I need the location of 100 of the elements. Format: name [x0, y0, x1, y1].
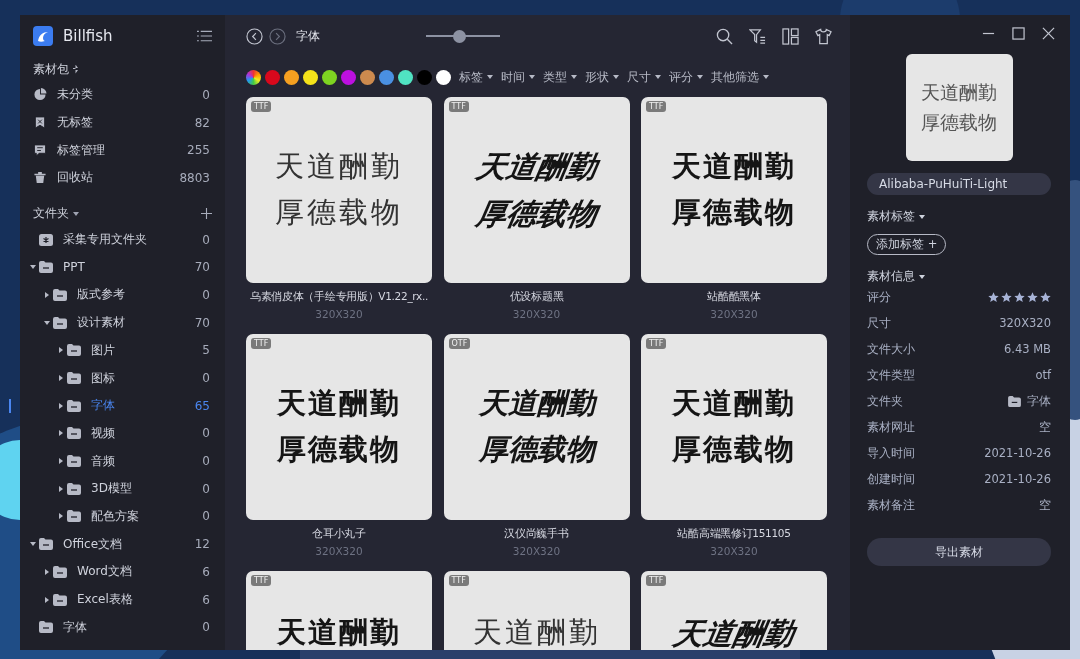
section-title[interactable]: 素材信息 [867, 269, 915, 284]
filter-icon[interactable] [749, 27, 766, 45]
caret-down-icon[interactable] [29, 264, 36, 271]
caret-down-icon [763, 74, 769, 80]
font-name: 优设标题黑 [508, 290, 565, 304]
star-icon[interactable] [1014, 291, 1025, 303]
font-preview[interactable]: TTF 天道酬勤 [246, 571, 432, 650]
maximize-icon[interactable] [1012, 26, 1025, 40]
star-icon[interactable] [988, 291, 999, 303]
star-icon[interactable] [1027, 291, 1038, 303]
caret-down-icon[interactable] [73, 210, 79, 217]
font-preview[interactable]: TTF 天道酬勤 [443, 571, 630, 650]
caret-down-icon[interactable] [29, 541, 36, 548]
filter-dropdown[interactable]: 尺寸 [627, 68, 661, 86]
color-swatch[interactable] [303, 69, 318, 85]
folder-item[interactable]: PPT 70 [20, 253, 215, 282]
font-preview[interactable]: TTF 天道酬勤 厚德载物 [443, 97, 630, 283]
folder-item[interactable]: 设计素材 70 [20, 308, 215, 337]
font-name-field[interactable]: Alibaba-PuHuiTi-Light [867, 173, 1051, 195]
layout-icon[interactable] [782, 27, 799, 45]
color-swatch[interactable] [265, 69, 280, 85]
folder-item[interactable]: 音频 0 [20, 447, 215, 475]
caret-right-icon[interactable] [57, 402, 64, 409]
format-badge: TTF [646, 338, 667, 349]
filter-dropdown[interactable]: 时间 [501, 68, 535, 86]
caret-right-icon[interactable] [43, 596, 50, 603]
add-icon[interactable] [201, 208, 212, 220]
forward-icon[interactable] [269, 27, 286, 45]
info-value: otf [1035, 368, 1051, 382]
filter-dropdown[interactable]: 形状 [585, 68, 619, 86]
caret-down-icon [571, 74, 577, 80]
section-title[interactable]: 文件夹 [33, 205, 69, 223]
menu-icon[interactable] [197, 30, 212, 42]
library-item[interactable]: 回收站 8803 [20, 164, 215, 192]
star-icon[interactable] [1040, 291, 1051, 303]
filter-dropdown[interactable]: 其他筛选 [711, 68, 769, 86]
library-item[interactable]: 未分类 0 [20, 81, 215, 109]
color-swatch[interactable] [379, 69, 394, 85]
folder-item[interactable]: 3D模型 0 [20, 474, 215, 503]
preview-text: 天道酬勤 [277, 388, 401, 420]
info-label: 导入时间 [867, 445, 915, 461]
rating-stars[interactable] [988, 291, 1051, 303]
color-swatch[interactable] [284, 69, 299, 85]
font-preview[interactable]: TTF 天道酬勤 [641, 571, 827, 650]
color-swatch[interactable] [360, 69, 375, 85]
color-swatch[interactable] [417, 69, 432, 85]
caret-right-icon[interactable] [57, 458, 64, 465]
export-button[interactable]: 导出素材 [867, 538, 1051, 566]
info-label: 文件大小 [867, 341, 915, 357]
font-preview[interactable]: TTF 天道酬勤 厚德载物 [641, 334, 827, 520]
font-size: 320X320 [314, 308, 364, 320]
shirt-icon[interactable] [815, 27, 832, 45]
format-badge: OTF [448, 338, 471, 349]
folder-item[interactable]: Word文档 6 [20, 558, 215, 586]
caret-right-icon[interactable] [57, 347, 64, 354]
close-icon[interactable] [1042, 26, 1055, 40]
library-item[interactable]: 标签管理 255 [20, 136, 215, 165]
folder-item[interactable]: 视频 0 [20, 419, 215, 448]
caret-right-icon[interactable] [57, 485, 64, 492]
caret-right-icon[interactable] [43, 568, 50, 575]
library-item[interactable]: 无标签 82 [20, 108, 215, 137]
caret-down-icon[interactable] [43, 319, 50, 326]
slider-thumb[interactable] [453, 29, 467, 43]
color-swatch[interactable] [436, 69, 451, 85]
folder-icon [53, 288, 67, 301]
preview-text: 天道酬勤 [671, 617, 797, 650]
search-icon[interactable] [716, 27, 733, 45]
folder-item[interactable]: 版式参考 0 [20, 281, 215, 309]
folder-item[interactable]: 字体 0 [20, 613, 215, 642]
caret-down-icon[interactable] [919, 213, 925, 220]
font-preview[interactable]: TTF 天道酬勤 厚德载物 [246, 97, 432, 283]
folder-item[interactable]: Excel表格 6 [20, 585, 215, 614]
color-wheel-swatch[interactable] [246, 69, 261, 85]
folder-icon [39, 621, 53, 634]
info-value: 320X320 [999, 316, 1051, 330]
star-icon[interactable] [1001, 291, 1012, 303]
color-swatch[interactable] [322, 69, 337, 85]
folder-item[interactable]: 图片 5 [20, 336, 215, 365]
caret-right-icon[interactable] [43, 291, 50, 298]
filter-dropdown[interactable]: 类型 [543, 68, 577, 86]
folder-item[interactable]: Office文档 12 [20, 530, 215, 558]
folder-item[interactable]: 图标 0 [20, 364, 215, 392]
back-icon[interactable] [246, 27, 263, 45]
preview-text: 天道酬勤 [921, 79, 997, 105]
caret-right-icon[interactable] [57, 430, 64, 437]
section-title[interactable]: 素材标签 [867, 209, 915, 224]
folder-item[interactable]: 配色方案 0 [20, 502, 215, 531]
font-preview[interactable]: TTF 天道酬勤 厚德载物 [641, 97, 827, 283]
caret-down-icon[interactable] [919, 273, 925, 280]
color-swatch[interactable] [398, 69, 413, 85]
filter-dropdown[interactable]: 标签 [459, 68, 493, 86]
caret-right-icon[interactable] [57, 375, 64, 382]
folder-item[interactable]: 采集专用文件夹 0 [20, 225, 215, 254]
section-title[interactable]: 素材包 [33, 60, 69, 78]
font-preview[interactable]: TTF 天道酬勤 厚德载物 [246, 334, 432, 520]
folder-icon [53, 593, 67, 606]
filter-dropdown[interactable]: 评分 [669, 68, 703, 86]
color-swatch[interactable] [341, 69, 356, 85]
font-preview[interactable]: OTF 天道酬勤 厚德载物 [443, 334, 630, 520]
caret-right-icon[interactable] [57, 513, 64, 520]
